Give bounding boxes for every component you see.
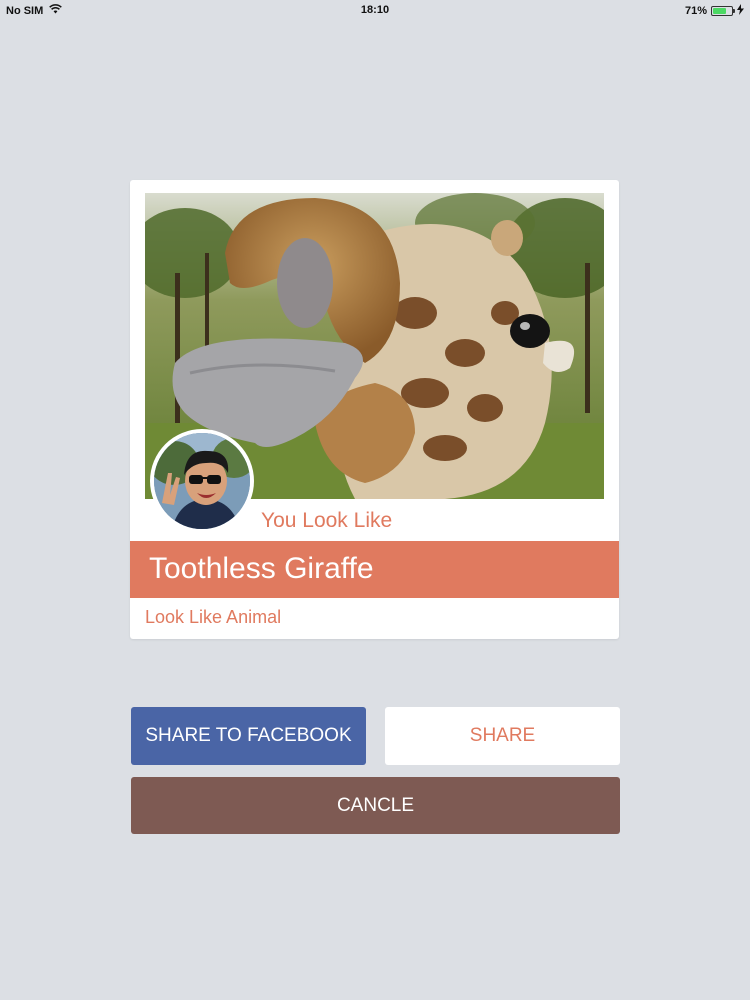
share-button[interactable]: SHARE	[385, 707, 620, 765]
status-bar: No SIM 18:10 71%	[0, 0, 750, 22]
card-caption: Look Like Animal	[145, 607, 282, 627]
result-band: Toothless Giraffe	[130, 541, 619, 598]
battery-icon	[711, 6, 735, 16]
result-card: You Look Like Toothless Giraffe Look Lik…	[130, 180, 619, 639]
result-name: Toothless Giraffe	[149, 552, 374, 585]
charging-icon	[737, 4, 744, 18]
cancel-button[interactable]: CANCLE	[131, 777, 620, 834]
battery-fill	[713, 8, 726, 14]
status-time: 18:10	[360, 4, 390, 16]
user-avatar	[150, 429, 254, 533]
result-screen: No SIM 18:10 71% You Look Like Toothless…	[0, 0, 750, 1000]
result-prompt: You Look Like	[261, 509, 393, 532]
share-to-facebook-button[interactable]: SHARE TO FACEBOOK	[131, 707, 366, 765]
avatar-photo	[154, 433, 250, 529]
status-right: 71%	[685, 4, 744, 18]
battery-percent: 71%	[684, 5, 707, 17]
